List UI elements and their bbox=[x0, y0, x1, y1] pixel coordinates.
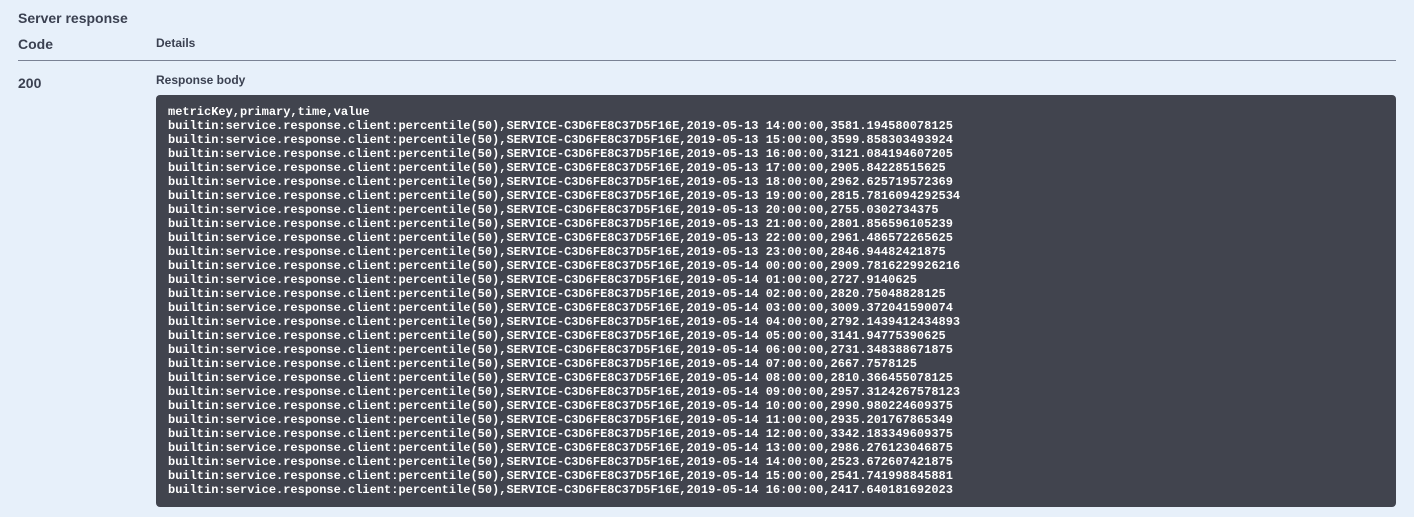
table-row: 200 Response body metricKey,primary,time… bbox=[18, 73, 1396, 507]
column-header-code: Code bbox=[18, 36, 156, 52]
column-header-details: Details bbox=[156, 36, 195, 52]
response-body-label: Response body bbox=[156, 73, 1396, 87]
status-code: 200 bbox=[18, 73, 156, 507]
table-header: Code Details bbox=[18, 36, 1396, 61]
response-body-block[interactable]: metricKey,primary,time,value builtin:ser… bbox=[156, 95, 1396, 507]
details-cell: Response body metricKey,primary,time,val… bbox=[156, 73, 1396, 507]
section-title: Server response bbox=[18, 10, 1396, 36]
